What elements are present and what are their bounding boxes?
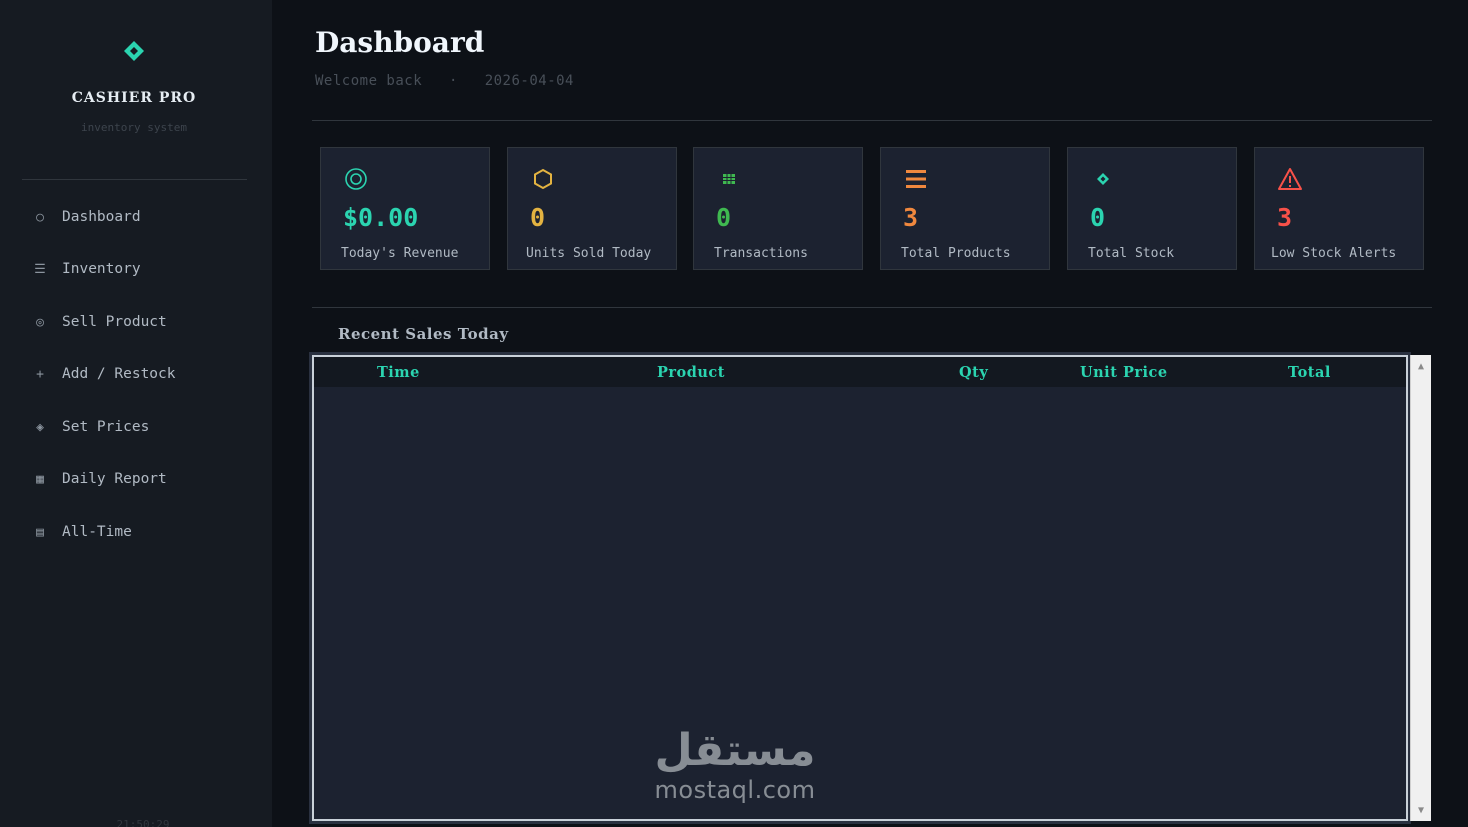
sidebar-item-label: Set Prices xyxy=(62,419,150,435)
stat-label: Today's Revenue xyxy=(341,246,459,261)
sidebar-item-all-time[interactable]: ▤ All-Time xyxy=(28,519,258,545)
stat-label: Units Sold Today xyxy=(526,246,652,261)
column-header-time[interactable]: Time xyxy=(377,364,420,381)
column-header-total[interactable]: Total xyxy=(1288,364,1331,381)
sidebar-item-label: Sell Product xyxy=(62,314,167,330)
stat-card-transactions: 0 Transactions xyxy=(693,147,863,270)
column-header-product[interactable]: Product xyxy=(657,364,725,381)
circle-icon: ○ xyxy=(36,209,44,225)
stat-value: $0.00 xyxy=(343,203,419,232)
warning-icon xyxy=(1277,166,1303,192)
stat-label: Total Stock xyxy=(1088,246,1175,261)
sidebar-divider xyxy=(22,179,247,180)
column-header-unit-price[interactable]: Unit Price xyxy=(1080,364,1168,381)
sidebar-item-sell-product[interactable]: ◎ Sell Product xyxy=(28,309,258,335)
hexagon-icon xyxy=(530,166,556,192)
scroll-down-icon[interactable]: ▼ xyxy=(1411,801,1431,819)
sidebar-item-label: Dashboard xyxy=(62,209,141,225)
stat-label: Total Products xyxy=(901,246,1011,261)
recent-sales-table[interactable]: Time Product Qty Unit Price Total xyxy=(309,352,1411,824)
target-icon xyxy=(343,166,369,192)
diamond-icon: ◈ xyxy=(36,419,44,435)
table-header: Time Product Qty Unit Price Total xyxy=(314,357,1406,387)
sidebar-item-add-restock[interactable]: + Add / Restock xyxy=(28,361,258,387)
stat-card-total-stock: 0 Total Stock xyxy=(1067,147,1237,270)
table-scrollbar[interactable]: ▲ ▼ xyxy=(1410,355,1431,821)
welcome-text: Welcome back xyxy=(315,73,423,89)
watermark: مستقل mostaql.com xyxy=(640,725,830,815)
stat-value: 3 xyxy=(903,203,919,232)
sidebar-item-label: All-Time xyxy=(62,524,132,540)
plus-icon: + xyxy=(36,366,44,382)
brand-title: CASHIER PRO xyxy=(71,90,197,106)
stat-label: Low Stock Alerts xyxy=(1271,246,1397,261)
stat-card-total-products: 3 Total Products xyxy=(880,147,1050,270)
watermark-arabic: مستقل xyxy=(654,725,816,776)
sidebar: CASHIER PRO inventory system ○ Dashboard… xyxy=(0,0,272,827)
stat-value: 3 xyxy=(1277,203,1293,232)
grid-icon xyxy=(716,166,742,192)
scroll-up-icon[interactable]: ▲ xyxy=(1411,357,1431,375)
stat-value: 0 xyxy=(1090,203,1106,232)
stat-card-units-sold: 0 Units Sold Today xyxy=(507,147,677,270)
list-icon xyxy=(903,166,929,192)
sidebar-item-label: Daily Report xyxy=(62,471,167,487)
sidebar-item-label: Add / Restock xyxy=(62,366,176,382)
stat-label: Transactions xyxy=(714,246,808,261)
sidebar-item-daily-report[interactable]: ▦ Daily Report xyxy=(28,466,258,492)
sidebar-item-dashboard[interactable]: ○ Dashboard xyxy=(28,204,258,230)
recent-sales-title: Recent Sales Today xyxy=(338,325,509,343)
clock-text: 21:50:29 xyxy=(116,818,170,827)
stat-value: 0 xyxy=(716,203,732,232)
target-icon: ◎ xyxy=(36,314,44,330)
page-subtitle: Welcome back · 2026-04-04 xyxy=(315,73,574,89)
page-title: Dashboard xyxy=(315,26,485,59)
section-divider xyxy=(312,307,1432,308)
grid-icon: ▦ xyxy=(36,471,44,487)
stat-card-low-stock: 3 Low Stock Alerts xyxy=(1254,147,1424,270)
stat-card-revenue: $0.00 Today's Revenue xyxy=(320,147,490,270)
current-date: 2026-04-04 xyxy=(484,73,574,89)
diamond-icon xyxy=(1090,166,1116,192)
column-header-qty[interactable]: Qty xyxy=(959,364,988,381)
app-window: CASHIER PRO inventory system ○ Dashboard… xyxy=(0,0,1468,827)
brand-subtitle: inventory system xyxy=(81,121,187,134)
sidebar-item-inventory[interactable]: ☰ Inventory xyxy=(28,256,258,282)
separator-dot: · xyxy=(448,73,458,89)
stat-value: 0 xyxy=(530,203,546,232)
diamond-logo-icon xyxy=(124,41,144,61)
table-icon: ▤ xyxy=(36,524,44,540)
header-divider xyxy=(312,120,1432,121)
sidebar-item-set-prices[interactable]: ◈ Set Prices xyxy=(28,414,258,440)
watermark-latin: mostaql.com xyxy=(654,776,816,804)
list-icon: ☰ xyxy=(34,261,46,277)
sidebar-item-label: Inventory xyxy=(62,261,141,277)
